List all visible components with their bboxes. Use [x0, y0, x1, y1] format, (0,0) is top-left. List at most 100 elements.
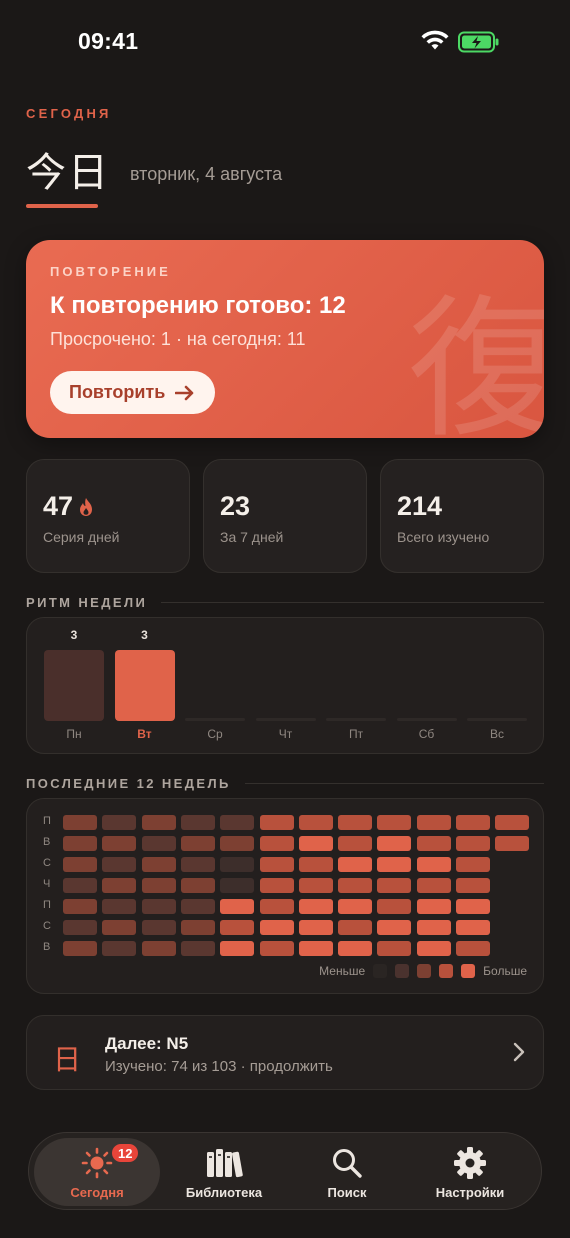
review-subtitle: Просрочено: 1 · на сегодня: 11 — [50, 329, 306, 349]
day-bar — [396, 718, 457, 721]
stat-card-week: 23 За 7 дней — [203, 459, 367, 573]
heatmap-cell — [377, 815, 412, 830]
heatmap-cell — [456, 815, 490, 830]
arrow-right-icon — [175, 385, 194, 400]
heatmap-row-label: П — [43, 899, 51, 911]
heatmap-cell — [141, 815, 176, 830]
heatmap-row-label: С — [43, 920, 51, 932]
heatmap-cell — [298, 878, 333, 893]
stat-label: За 7 дней — [220, 529, 284, 545]
heatmap-row-label: В — [43, 836, 51, 848]
review-card[interactable]: 復 ПОВТОРЕНИЕ К повторению готово: 12 Про… — [26, 240, 544, 438]
heatmap-cell — [259, 878, 294, 893]
tab-label: Поиск — [327, 1185, 367, 1200]
day-label: Сб — [418, 727, 435, 741]
weekday-bar-3: Чт — [255, 618, 316, 755]
day-bar — [467, 718, 527, 721]
heatmap-cell — [416, 857, 451, 872]
heatmap-cell — [63, 836, 97, 851]
chevron-right-icon — [513, 1042, 525, 1062]
heatmap-cell — [416, 899, 451, 914]
heatmap-cell — [180, 941, 215, 956]
heatmap-cell — [259, 941, 294, 956]
stat-value: 47 — [43, 491, 74, 521]
heatmap-cell — [102, 836, 137, 851]
heatmap-cell — [220, 878, 255, 893]
day-bar — [185, 718, 245, 721]
heatmap-cell — [259, 815, 294, 830]
heatmap-cell — [220, 815, 255, 830]
heatmap-cell — [220, 920, 255, 935]
heatmap-row-label: П — [43, 815, 51, 827]
books-icon — [207, 1149, 243, 1178]
next-subtitle: Изучено: 74 из 103 · продолжить — [105, 1058, 333, 1075]
heatmap-cell — [298, 815, 333, 830]
weekday-bar-1: 3 Вт — [114, 618, 175, 755]
sun-icon — [81, 1147, 113, 1179]
wifi-icon — [421, 30, 449, 50]
review-start-button[interactable]: Повторить — [50, 371, 216, 414]
tab-label: Настройки — [435, 1185, 505, 1200]
status-bar: 09:41 — [0, 0, 570, 86]
heatmap-cell — [338, 815, 373, 830]
heatmap-cell — [338, 941, 373, 956]
heatmap-cell — [298, 920, 333, 935]
heatmap-cell — [102, 857, 137, 872]
day-label: Вс — [489, 727, 504, 741]
heatmap-cell — [456, 857, 490, 872]
heatmap-cell — [298, 836, 333, 851]
heatmap-cell — [298, 941, 333, 956]
heatmap-cell — [259, 857, 294, 872]
activity-heatmap-card: Меньше Больше ПВСЧПСВ — [26, 798, 544, 994]
battery-icon — [458, 31, 499, 53]
day-label: Ср — [207, 727, 223, 741]
heatmap-cell — [63, 920, 97, 935]
heatmap-cell — [220, 857, 255, 872]
notification-badge: 12 — [110, 1142, 141, 1164]
section-label: ПОСЛЕДНИЕ 12 НЕДЕЛЬ — [26, 775, 231, 791]
legend-swatch — [439, 964, 454, 978]
heatmap-cell — [180, 815, 215, 830]
legend-swatch — [395, 964, 410, 978]
current-date: вторник, 4 августа — [130, 164, 283, 184]
heatmap-row-label: Ч — [43, 878, 51, 890]
heatmap-cell — [259, 836, 294, 851]
heatmap-cell — [338, 836, 373, 851]
week-rhythm-card: 3 Пн 3 Вт Ср Чт Пт Сб Вс — [26, 617, 544, 754]
section-eyebrow: СЕГОДНЯ — [26, 106, 112, 121]
tab-library[interactable]: Библиотека — [161, 1138, 287, 1206]
day-bar — [44, 650, 104, 721]
heatmap-cell — [141, 878, 176, 893]
tab-settings[interactable]: Настройки — [407, 1138, 533, 1206]
heatmap-cell — [495, 815, 530, 830]
weekday-bar-6: Вс — [467, 618, 527, 755]
heatmap-cell — [141, 941, 176, 956]
tab-bar: Сегодня 12 Библиотека Поиск Настройки — [28, 1132, 542, 1210]
heatmap-cell — [377, 920, 412, 935]
tab-label: Библиотека — [185, 1185, 263, 1200]
status-time: 09:41 — [78, 28, 139, 54]
heatmap-cell — [220, 899, 255, 914]
stat-label: Всего изучено — [397, 529, 490, 545]
next-level-card[interactable]: 日 Далее: N5 Изучено: 74 из 103 · продолж… — [26, 1015, 544, 1090]
day-bar — [255, 718, 316, 721]
heatmap-cell — [259, 920, 294, 935]
heatmap-cell — [416, 836, 451, 851]
stat-value: 23 — [220, 491, 251, 521]
day-label: Пн — [66, 727, 82, 741]
heatmap-cell — [338, 878, 373, 893]
flame-icon — [80, 497, 93, 516]
tab-today[interactable]: Сегодня 12 — [34, 1138, 160, 1206]
weekday-bar-2: Ср — [185, 618, 245, 755]
day-label: Чт — [278, 727, 293, 741]
tab-search[interactable]: Поиск — [284, 1138, 410, 1206]
heatmap-cell — [102, 899, 137, 914]
heatmap-cell — [63, 857, 97, 872]
heatmap-cell — [456, 836, 490, 851]
legend-swatch — [461, 964, 476, 978]
weekday-bar-0: 3 Пн — [44, 618, 104, 755]
gear-icon — [454, 1147, 486, 1179]
heatmap-cell — [495, 836, 530, 851]
heatmap-cell — [63, 941, 97, 956]
section-divider — [161, 601, 544, 603]
